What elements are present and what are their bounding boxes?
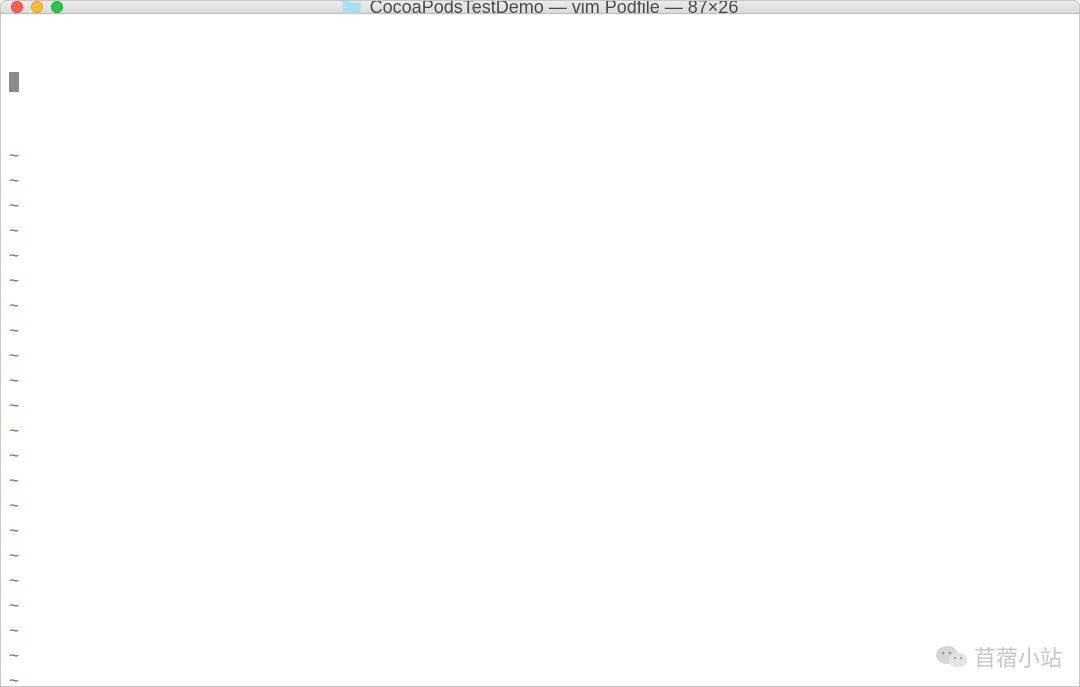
empty-line-marker: ~ [9,345,1071,370]
empty-line-marker: ~ [9,520,1071,545]
watermark-text: 苜蓿小站 [974,641,1062,673]
empty-line-marker: ~ [9,445,1071,470]
maximize-button[interactable] [51,1,63,13]
watermark: 苜蓿小站 [936,641,1062,673]
empty-line-marker: ~ [9,170,1071,195]
empty-line-marker: ~ [9,145,1071,170]
titlebar: CocoaPodsTestDemo — vim Podfile — 87×26 [1,1,1079,14]
close-button[interactable] [11,1,23,13]
empty-line-marker: ~ [9,545,1071,570]
empty-line-marker: ~ [9,670,1071,687]
empty-line-marker: ~ [9,595,1071,620]
empty-line-marker: ~ [9,620,1071,645]
empty-line-marker: ~ [9,245,1071,270]
cursor [9,72,19,92]
window-controls [11,1,63,13]
terminal-window: CocoaPodsTestDemo — vim Podfile — 87×26 … [0,0,1080,687]
cursor-line [9,70,1071,95]
empty-line-marker: ~ [9,320,1071,345]
empty-line-marker: ~ [9,645,1071,670]
empty-line-marker: ~ [9,495,1071,520]
minimize-button[interactable] [31,1,43,13]
folder-icon [342,0,362,15]
empty-line-marker: ~ [9,420,1071,445]
wechat-icon [936,644,968,670]
empty-line-marker: ~ [9,395,1071,420]
empty-line-marker: ~ [9,295,1071,320]
empty-line-marker: ~ [9,570,1071,595]
empty-line-marker: ~ [9,370,1071,395]
empty-line-marker: ~ [9,470,1071,495]
empty-line-marker: ~ [9,195,1071,220]
empty-line-marker: ~ [9,220,1071,245]
terminal-editor[interactable]: ~~~~~~~~~~~~~~~~~~~~~~~~ "Podfile" [New … [1,14,1079,687]
empty-line-marker: ~ [9,270,1071,295]
empty-lines-container: ~~~~~~~~~~~~~~~~~~~~~~~~ [9,145,1071,687]
